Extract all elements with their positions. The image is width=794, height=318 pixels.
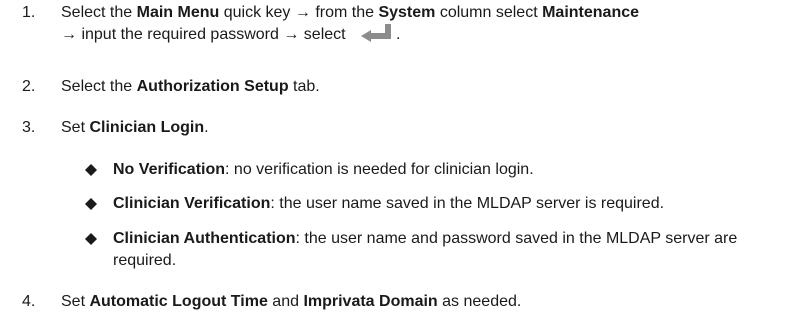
bullet-text: Clinician Verification: the user name sa… — [113, 195, 665, 212]
bullet-text: No Verification: no verification is need… — [113, 161, 534, 178]
ui-term: Clinician Login — [89, 119, 205, 136]
ui-term: Imprivata Domain — [303, 293, 438, 310]
diamond-bullet-icon — [85, 198, 97, 210]
diamond-bullet-icon — [85, 164, 97, 176]
ui-term: Automatic Logout Time — [89, 293, 268, 310]
step-number: 1. — [22, 4, 36, 21]
step-number: 4. — [22, 293, 36, 310]
ui-term: Authorization Setup — [136, 78, 289, 95]
step-number: 3. — [22, 119, 36, 136]
bullet-text: Clinician Authentication: the user name … — [113, 230, 738, 269]
ui-term: Maintenance — [542, 4, 640, 21]
step-text: Set Clinician Login. — [61, 119, 209, 136]
option-term: Clinician Verification — [113, 195, 271, 212]
enter-key-icon — [360, 24, 392, 49]
ui-term: System — [378, 4, 436, 21]
step-number: 2. — [22, 78, 36, 95]
step-text: Select the Authorization Setup tab. — [61, 78, 320, 95]
option-term: No Verification — [113, 161, 226, 178]
step-text: Select the Main Menu quick key → from th… — [61, 2, 786, 49]
diamond-bullet-icon — [85, 233, 97, 245]
step-text: Set Automatic Logout Time and Imprivata … — [61, 293, 522, 310]
ui-term: Main Menu — [136, 4, 220, 21]
option-term: Clinician Authentication — [113, 230, 296, 247]
